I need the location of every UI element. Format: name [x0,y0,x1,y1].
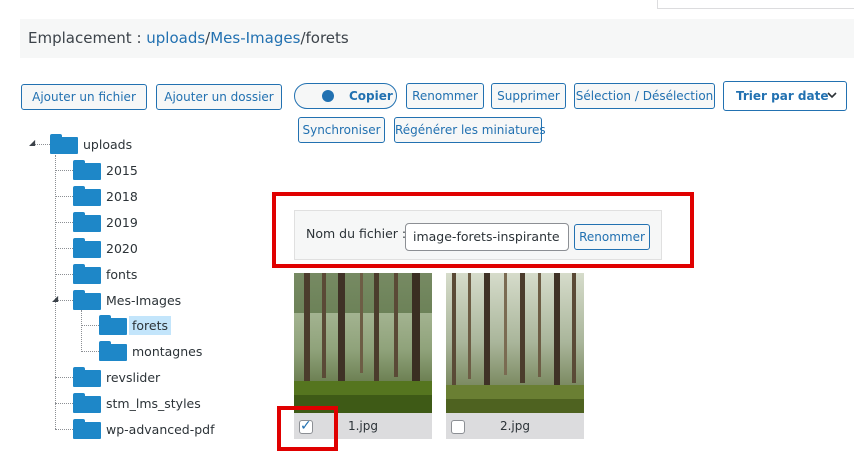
folder-open-icon [50,134,78,154]
expanded-arrow-icon[interactable]: ◢ [52,294,58,303]
top-search-edge [657,0,854,9]
toggle-knob [322,90,334,102]
folder-icon [99,315,127,335]
folder-tree: ◢ ◢ uploads 2015 2018 2019 2020 fonts Me… [28,130,268,450]
file-checkbox[interactable] [451,420,465,434]
add-file-button[interactable]: Ajouter un fichier [21,84,147,110]
folder-icon [73,212,101,232]
delete-button[interactable]: Supprimer [491,83,566,109]
regenerate-thumbnails-button[interactable]: Régénérer les miniatures [394,117,546,143]
location-prefix: Emplacement : [28,29,147,47]
location-bar: Emplacement : uploads/Mes-Images/forets [20,19,854,58]
tree-item-2015[interactable]: 2015 [73,160,141,180]
sync-button[interactable]: Synchroniser [298,117,385,143]
tree-item-2019[interactable]: 2019 [73,212,141,232]
add-folder-button[interactable]: Ajouter un dossier [156,84,282,110]
file-caption: 2.jpg [446,413,584,439]
rename-button[interactable]: Renommer [406,83,484,109]
folder-icon [73,238,101,258]
sort-select[interactable]: Trier par date [723,81,847,111]
file-card-2[interactable]: 2.jpg [446,273,584,439]
select-toggle-button[interactable]: Sélection / Désélection [574,83,715,109]
breadcrumb-mes-images[interactable]: Mes-Images [210,29,300,47]
breadcrumb-uploads[interactable]: uploads [146,29,205,47]
folder-icon [73,264,101,284]
expanded-arrow-icon[interactable]: ◢ [29,138,35,147]
folder-icon [73,393,101,413]
folder-icon [73,367,101,387]
forest-thumbnail[interactable] [446,273,584,413]
folder-icon [73,419,101,439]
tree-item-mes-images[interactable]: Mes-Images [73,290,184,310]
copy-toggle[interactable]: Copier [294,83,397,109]
highlight-rectangle [277,406,338,451]
tree-item-wp-advanced-pdf[interactable]: wp-advanced-pdf [73,419,218,439]
highlight-rectangle [272,192,694,268]
chevron-down-icon [826,82,838,120]
tree-item-montagnes[interactable]: montagnes [99,341,205,361]
tree-item-2020[interactable]: 2020 [73,238,141,258]
tree-item-forets[interactable]: forets [99,315,172,335]
tree-item-2018[interactable]: 2018 [73,186,141,206]
sort-select-value: Trier par date [736,89,829,103]
tree-item-uploads[interactable]: uploads [50,134,135,154]
breadcrumb-current: /forets [300,29,349,47]
folder-icon [73,186,101,206]
copy-toggle-label: Copier [349,89,393,103]
folder-open-icon [73,290,101,310]
forest-thumbnail[interactable] [294,273,432,413]
folder-icon [99,341,127,361]
tree-item-revslider[interactable]: revslider [73,367,163,387]
tree-item-fonts[interactable]: fonts [73,264,140,284]
folder-icon [73,160,101,180]
tree-item-stm-lms-styles[interactable]: stm_lms_styles [73,393,204,413]
